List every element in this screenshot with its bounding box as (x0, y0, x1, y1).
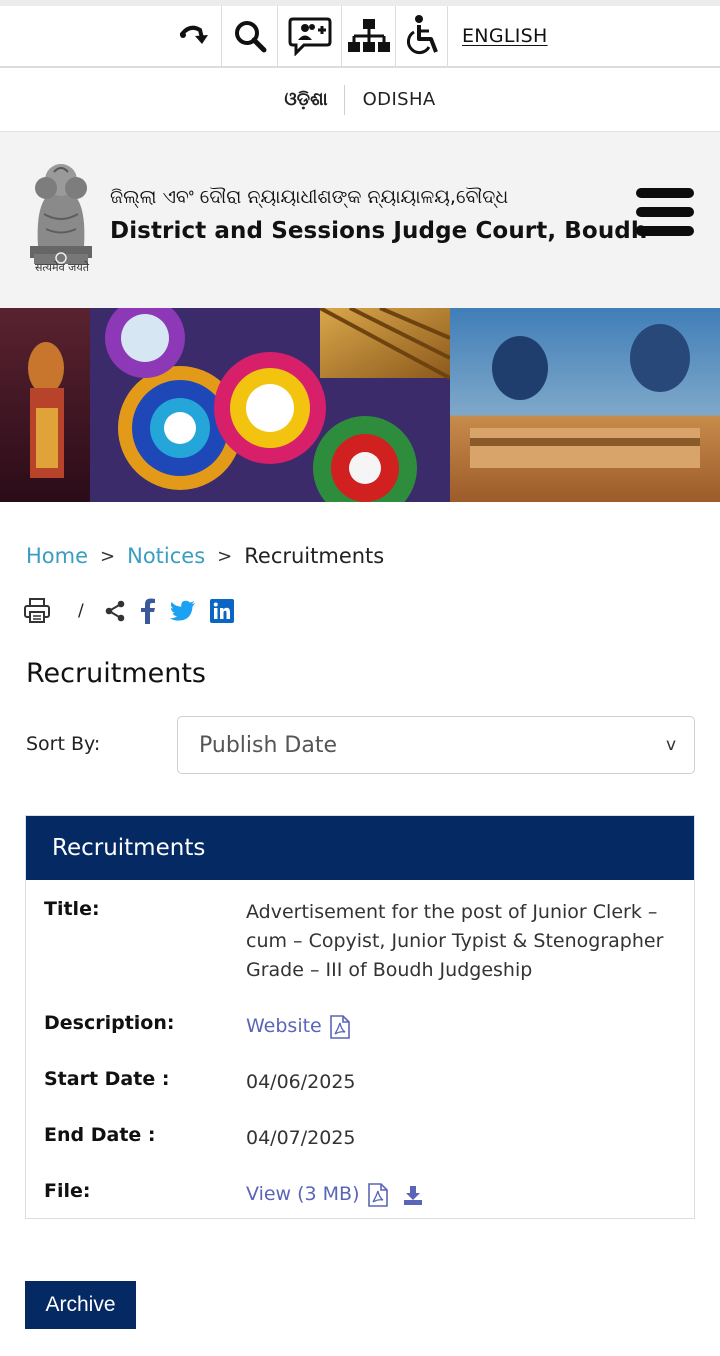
sitemap-icon (347, 19, 390, 52)
file-view-link-text: View (3 MB) (246, 1183, 360, 1205)
print-icon (24, 598, 50, 623)
archive-button[interactable]: Archive (25, 1281, 136, 1329)
share-button[interactable] (104, 600, 126, 622)
sort-by-selected-value: Publish Date (199, 732, 337, 758)
odia-language-link[interactable]: ଓଡ଼ିଶା (284, 84, 345, 115)
sort-by-label: Sort By: (26, 733, 101, 755)
file-view-link[interactable]: View (3 MB) (246, 1180, 676, 1209)
website-link[interactable]: Website (246, 1012, 676, 1041)
feedback-icon (288, 17, 331, 56)
utility-bar: ENGLISH (0, 0, 720, 68)
site-header: सत्यमेव जयते ଜିଲ୍ଲା ଏବଂ ଦୌରା ନ୍ୟାୟାଧୀଶଙ୍… (0, 132, 720, 308)
skip-to-content-button[interactable] (166, 6, 222, 66)
download-icon[interactable] (402, 1184, 424, 1206)
print-button[interactable] (24, 598, 50, 624)
site-title-odia[interactable]: ଜିଲ୍ଲା ଏବଂ ଦୌରା ନ୍ୟାୟାଧୀଶଙ୍କ ନ୍ୟାୟାଳୟ,ବୌ… (110, 186, 508, 208)
share-toolbar: / (24, 596, 248, 626)
chevron-down-icon: v (665, 735, 676, 755)
odisha-link[interactable]: ODISHA (345, 89, 436, 110)
search-button[interactable] (222, 6, 278, 66)
breadcrumb-separator: > (217, 545, 233, 567)
breadcrumb: Home > Notices > Recruitments (26, 544, 384, 568)
recruitment-card: Recruitments Title: Advertisement for th… (25, 815, 695, 1219)
twitter-icon (169, 600, 195, 621)
title-label: Title: (44, 898, 100, 920)
title-value: Advertisement for the post of Junior Cle… (246, 901, 664, 981)
site-title[interactable]: District and Sessions Judge Court, Boudh (110, 218, 647, 244)
facebook-share-button[interactable] (140, 598, 156, 624)
breadcrumb-notices-link[interactable]: Notices (127, 544, 205, 568)
breadcrumb-separator: > (100, 545, 116, 567)
search-icon (234, 21, 266, 53)
twitter-share-button[interactable] (169, 600, 196, 622)
description-label: Description: (44, 1012, 175, 1034)
page-title: Recruitments (26, 658, 206, 689)
emblem-motto: सत्यमेव जयते (34, 261, 89, 274)
card-heading: Recruitments (26, 816, 694, 880)
start-date-label: Start Date : (44, 1068, 170, 1090)
file-label: File: (44, 1180, 91, 1202)
end-date-label: End Date : (44, 1124, 156, 1146)
linkedin-share-button[interactable] (209, 599, 234, 623)
hamburger-menu-button[interactable] (636, 188, 694, 236)
menu-icon-bar (636, 207, 694, 217)
linkedin-icon (209, 599, 234, 623)
share-divider: / (78, 601, 84, 621)
accessibility-icon (406, 15, 438, 55)
end-date-value: 04/07/2025 (246, 1127, 356, 1149)
breadcrumb-current: Recruitments (244, 544, 385, 568)
breadcrumb-home-link[interactable]: Home (26, 544, 88, 568)
menu-icon-bar (636, 226, 694, 236)
pdf-icon (367, 1182, 388, 1207)
english-language-link[interactable]: ENGLISH (448, 6, 568, 66)
accessibility-button[interactable] (396, 6, 448, 66)
skip-to-content-icon (179, 25, 208, 44)
pdf-icon (329, 1014, 350, 1039)
menu-icon-bar (636, 188, 694, 198)
sitemap-button[interactable] (342, 6, 396, 66)
feedback-button[interactable] (278, 6, 342, 66)
start-date-value: 04/06/2025 (246, 1071, 356, 1093)
language-switcher: ଓଡ଼ିଶା ODISHA (0, 68, 720, 132)
sort-by-select[interactable]: Publish Date v (177, 716, 695, 774)
hero-banner-image (0, 308, 720, 502)
share-icon (105, 600, 125, 622)
facebook-icon (140, 598, 155, 624)
website-link-text: Website (246, 1015, 322, 1037)
